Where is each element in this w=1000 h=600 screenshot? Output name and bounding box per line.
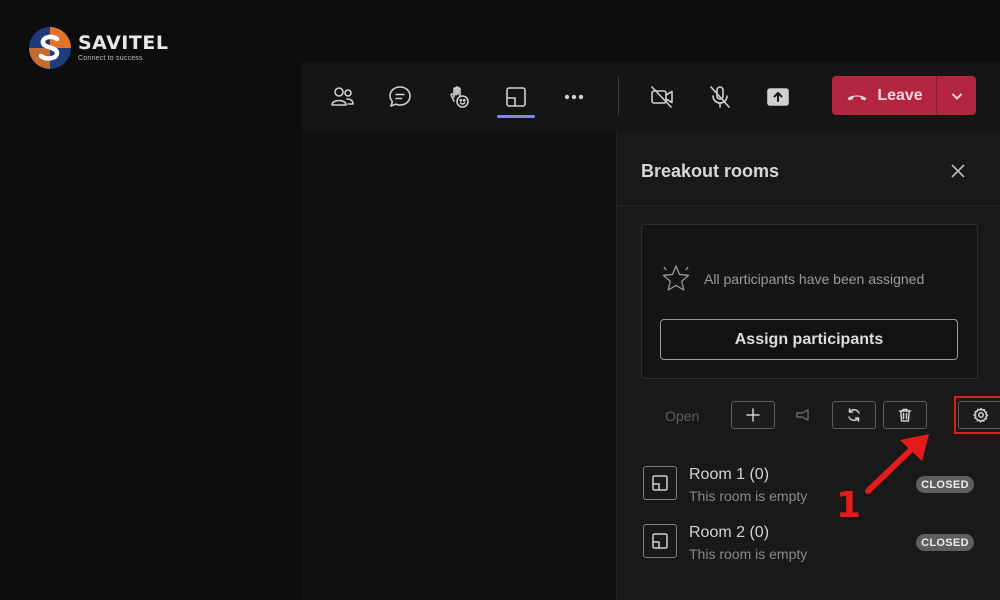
room-status: This room is empty [689, 546, 808, 562]
room-name: Room 1 (0) [689, 466, 770, 483]
announcement-button[interactable] [793, 405, 813, 425]
room-name: Room 2 (0) [689, 524, 770, 541]
mic-off-icon [710, 86, 730, 108]
logo-tagline: Connect to success [78, 55, 143, 62]
room-icon [652, 533, 668, 549]
panel-title: Breakout rooms [641, 161, 780, 181]
rooms-button[interactable] [500, 81, 532, 113]
assign-status-text: All participants have been assigned [704, 271, 925, 287]
camera-off-icon [651, 86, 673, 108]
leave-options-button[interactable] [937, 76, 976, 115]
share-button[interactable] [762, 81, 794, 113]
assign-status: All participants have been assigned [660, 263, 924, 295]
recreate-rooms-button[interactable] [832, 401, 876, 429]
reactions-button[interactable] [442, 81, 474, 113]
plus-icon [746, 408, 760, 422]
assign-section: All participants have been assigned Assi… [641, 224, 978, 379]
more-icon [564, 94, 584, 100]
sparkle-star-icon [662, 265, 690, 291]
panel-divider [617, 205, 1000, 206]
logo-name: SAVITEL [78, 32, 169, 54]
refresh-icon [848, 408, 860, 422]
add-room-button[interactable] [731, 401, 775, 429]
chat-button[interactable] [384, 81, 416, 113]
savitel-logo-icon [29, 27, 71, 69]
toolbar-divider [618, 76, 619, 116]
room-status: This room is empty [689, 488, 808, 504]
people-icon [331, 87, 354, 106]
trash-icon [898, 408, 912, 422]
megaphone-icon [796, 409, 809, 421]
room-icon [652, 475, 668, 491]
meeting-toolbar: Leave [302, 62, 1000, 132]
camera-button[interactable] [646, 81, 678, 113]
close-icon [951, 164, 965, 178]
leave-button[interactable]: Leave [832, 76, 976, 115]
room-icon-box [643, 466, 677, 500]
chat-icon [389, 86, 411, 107]
meeting-stage [302, 132, 616, 600]
assign-participants-button[interactable]: Assign participants [660, 319, 958, 360]
mic-button[interactable] [704, 81, 736, 113]
leave-label: Leave [877, 86, 923, 104]
annotation-number: 1 [836, 485, 862, 526]
room-icon-box [643, 524, 677, 558]
savitel-logo: SAVITEL Connect to success [28, 26, 168, 70]
reactions-icon [450, 86, 469, 108]
rooms-icon [506, 87, 526, 107]
phone-hangup-icon [847, 95, 867, 100]
open-rooms-button[interactable]: Open [665, 408, 699, 424]
chevron-down-icon [951, 92, 962, 100]
share-icon [767, 88, 789, 106]
settings-highlight-box [954, 396, 1000, 434]
active-tab-indicator [497, 115, 535, 118]
breakout-rooms-panel: Breakout rooms All participants have bee… [616, 132, 1000, 600]
people-button[interactable] [326, 81, 358, 113]
room-count: (0) [749, 466, 770, 483]
delete-rooms-button[interactable] [883, 401, 927, 429]
close-panel-button[interactable] [947, 160, 969, 182]
more-button[interactable] [558, 81, 590, 113]
room-count: (0) [749, 524, 770, 541]
leave-main-button[interactable]: Leave [832, 76, 936, 115]
room-status-badge: CLOSED [916, 534, 974, 551]
